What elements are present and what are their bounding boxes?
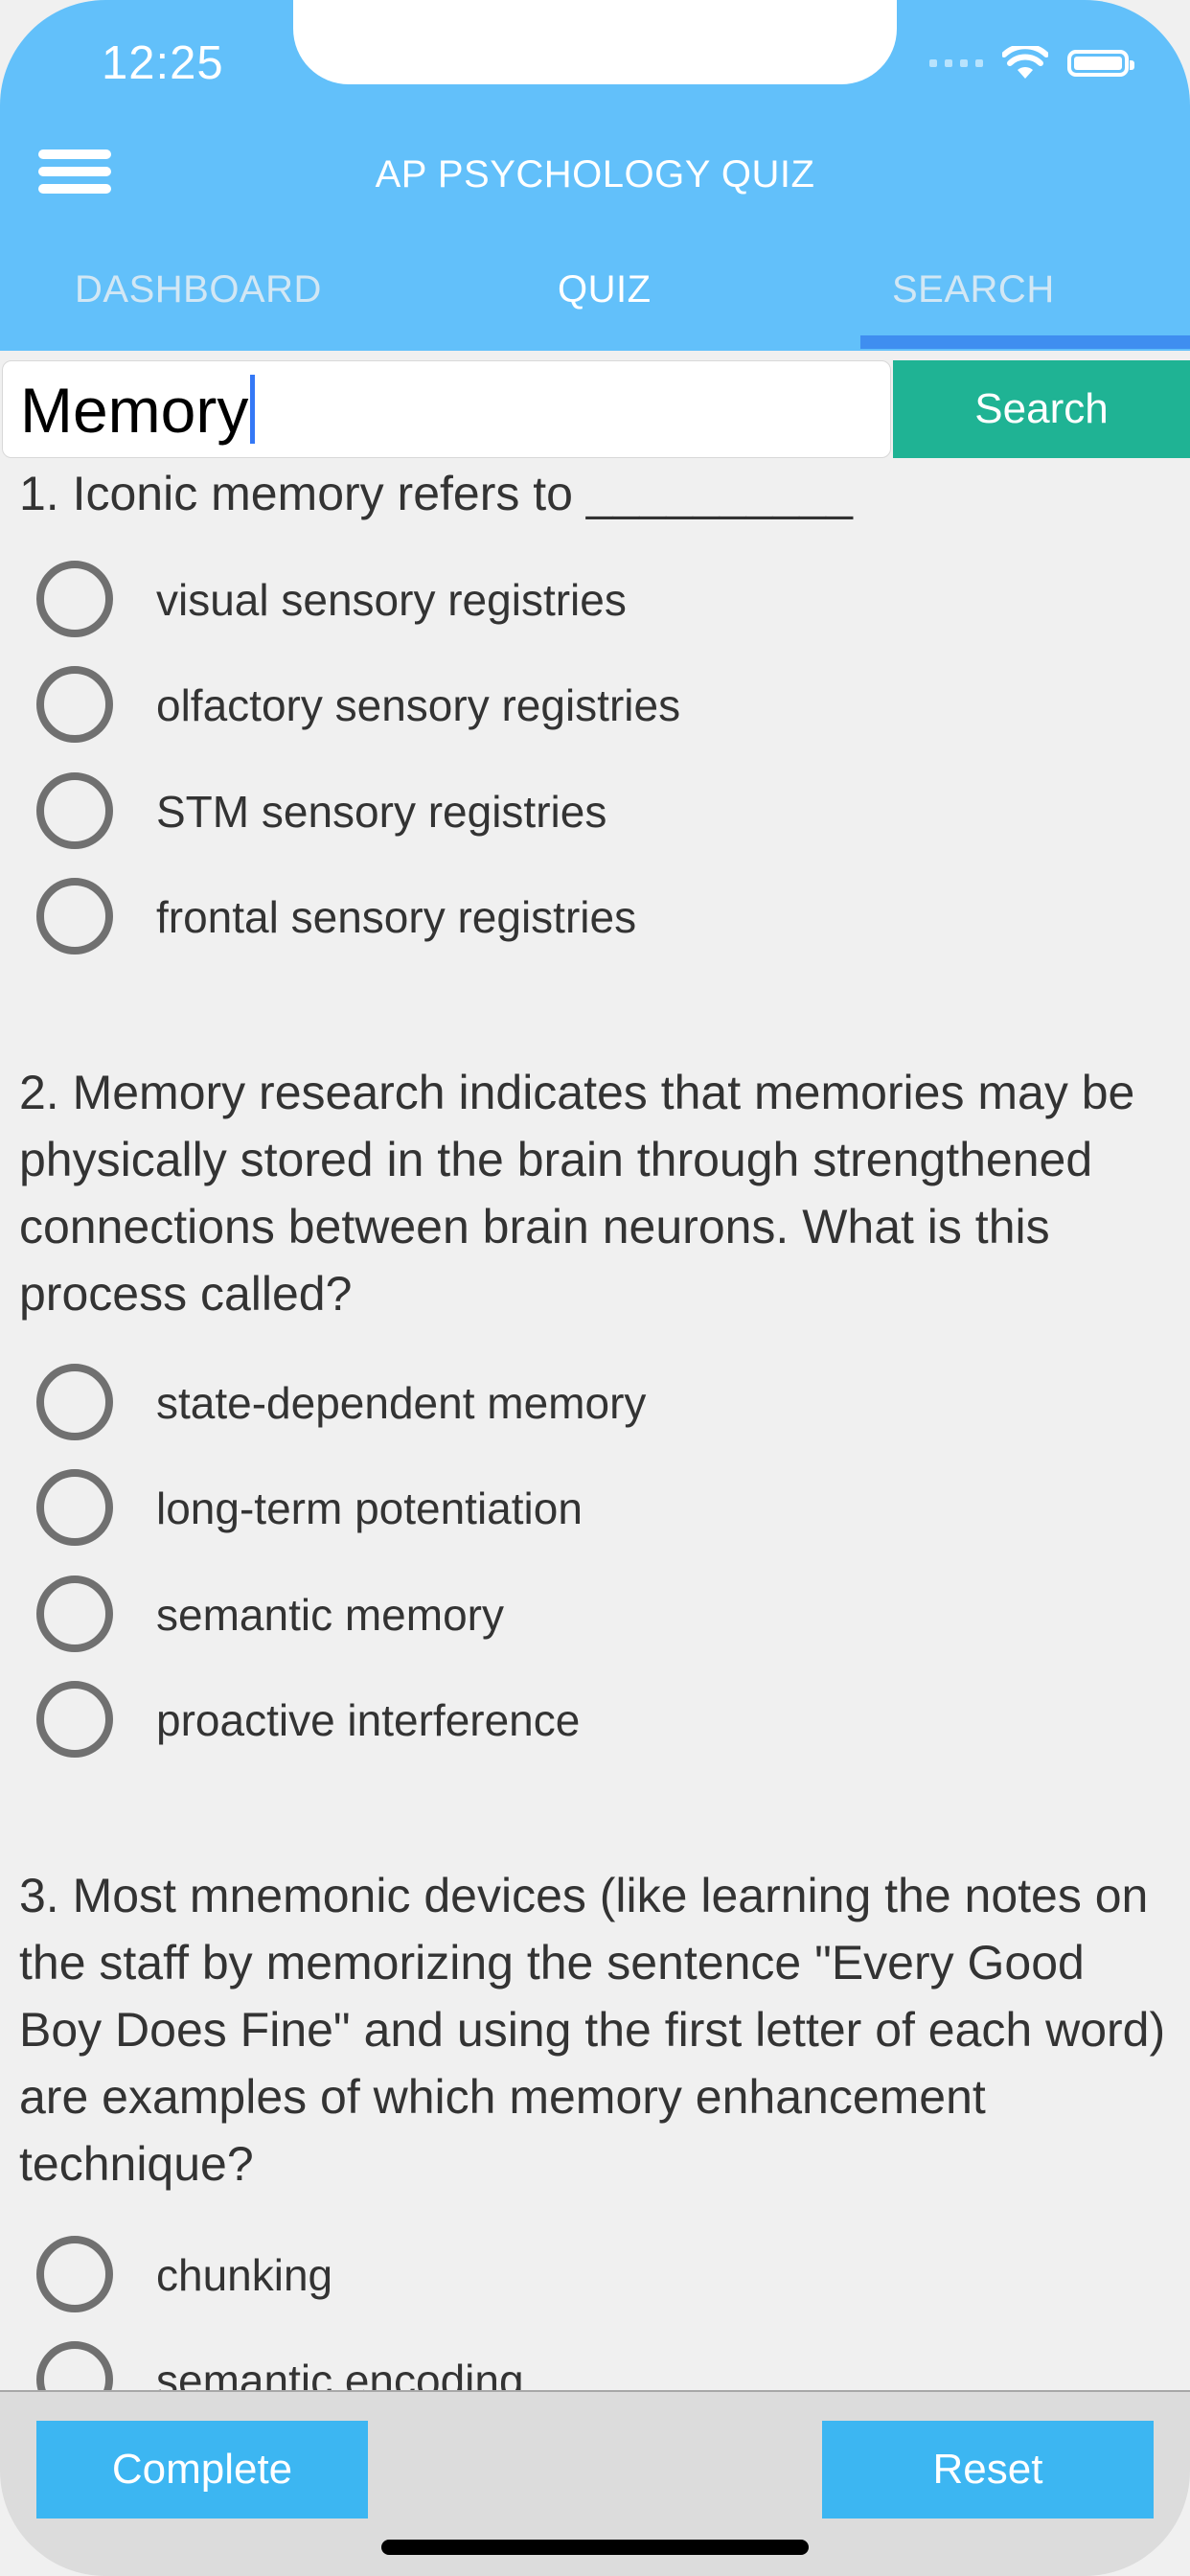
radio-button[interactable] — [36, 878, 113, 954]
complete-button[interactable]: Complete — [36, 2421, 368, 2518]
search-input-value: Memory — [20, 375, 249, 446]
search-input[interactable]: Memory — [2, 360, 891, 458]
battery-icon — [1067, 50, 1134, 77]
question-text: 2. Memory research indicates that memori… — [19, 1066, 1135, 1321]
search-button[interactable]: Search — [893, 360, 1190, 458]
radio-button[interactable] — [36, 1469, 113, 1546]
wifi-icon — [1002, 46, 1048, 79]
status-time: 12:25 — [102, 37, 224, 89]
answer-option-label: chunking — [156, 2250, 333, 2300]
reset-button[interactable]: Reset — [822, 2421, 1154, 2518]
text-cursor — [250, 375, 256, 444]
quiz-list: 1. Iconic memory refers to __________ vi… — [0, 460, 1190, 2418]
answer-option[interactable]: olfactory sensory registries — [36, 666, 1138, 754]
answer-option-label: semantic memory — [156, 1590, 504, 1640]
answer-option-label: frontal sensory registries — [156, 892, 637, 942]
answer-option-label: state-dependent memory — [156, 1378, 647, 1428]
radio-button[interactable] — [36, 1576, 113, 1652]
answer-option[interactable]: STM sensory registries — [36, 772, 1138, 861]
answer-option[interactable]: proactive interference — [36, 1681, 1138, 1769]
answer-option[interactable]: state-dependent memory — [36, 1364, 1138, 1452]
tab-search[interactable]: SEARCH — [892, 268, 1055, 311]
device-notch — [293, 0, 897, 84]
answer-option-label: visual sensory registries — [156, 575, 627, 625]
answer-option[interactable]: chunking — [36, 2236, 1138, 2324]
home-indicator[interactable] — [381, 2540, 809, 2555]
answer-option[interactable]: long-term potentiation — [36, 1469, 1138, 1557]
radio-button[interactable] — [36, 772, 113, 849]
answer-option-label: long-term potentiation — [156, 1484, 583, 1533]
selected-tab-indicator — [860, 335, 1190, 349]
answer-option-label: olfactory sensory registries — [156, 680, 681, 730]
tab-dashboard[interactable]: DASHBOARD — [75, 268, 322, 311]
radio-button[interactable] — [36, 2236, 113, 2312]
answer-option-label: proactive interference — [156, 1695, 581, 1745]
answer-option-label: STM sensory registries — [156, 787, 607, 837]
radio-button[interactable] — [36, 561, 113, 637]
tab-quiz[interactable]: QUIZ — [558, 268, 652, 311]
radio-button[interactable] — [36, 1364, 113, 1440]
answer-option[interactable]: visual sensory registries — [36, 561, 1138, 649]
radio-button[interactable] — [36, 666, 113, 743]
answer-option[interactable]: frontal sensory registries — [36, 878, 1138, 966]
tab-bar: DASHBOARD QUIZ SEARCH — [0, 251, 1190, 351]
radio-button[interactable] — [36, 1681, 113, 1758]
status-icons — [929, 44, 1134, 82]
question-text: 1. Iconic memory refers to __________ — [19, 467, 853, 520]
app-title: AP PSYCHOLOGY QUIZ — [375, 153, 815, 196]
question-text: 3. Most mnemonic devices (like learning … — [19, 1869, 1166, 2191]
cellular-signal-icon — [929, 59, 983, 67]
answer-option[interactable]: semantic memory — [36, 1576, 1138, 1664]
phone-screen: 12:25 AP PSYCHOLOGY QUIZ DASHBOARD QUIZ … — [0, 0, 1190, 2576]
app-header: 12:25 AP PSYCHOLOGY QUIZ DASHBOARD QUIZ … — [0, 0, 1190, 351]
